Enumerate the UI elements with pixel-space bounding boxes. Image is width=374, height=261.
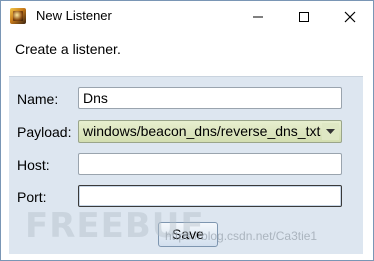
payload-value: windows/beacon_dns/reverse_dns_txt xyxy=(83,123,321,139)
payload-label: Payload: xyxy=(17,124,72,140)
dropdown-button[interactable] xyxy=(322,123,339,140)
port-label: Port: xyxy=(17,189,47,205)
header-text: Create a listener. xyxy=(15,41,121,57)
close-button[interactable] xyxy=(327,1,373,32)
maximize-icon xyxy=(299,11,309,22)
host-input[interactable] xyxy=(78,153,342,175)
name-input[interactable] xyxy=(78,87,342,109)
payload-select[interactable]: windows/beacon_dns/reverse_dns_txt xyxy=(78,120,342,143)
window-title: New Listener xyxy=(36,8,112,23)
host-label: Host: xyxy=(17,157,50,173)
title-bar: New Listener xyxy=(1,1,373,32)
name-label: Name: xyxy=(17,91,59,107)
minimize-button[interactable] xyxy=(235,1,281,32)
maximize-button[interactable] xyxy=(281,1,327,32)
watermark-url: https://blog.csdn.net/Ca3tie1 xyxy=(165,229,318,243)
chevron-down-icon xyxy=(326,128,335,134)
port-input[interactable] xyxy=(78,185,342,207)
minimize-icon xyxy=(253,16,263,17)
header-band: Create a listener. xyxy=(9,32,363,77)
app-icon xyxy=(10,8,26,24)
close-icon xyxy=(344,11,356,22)
